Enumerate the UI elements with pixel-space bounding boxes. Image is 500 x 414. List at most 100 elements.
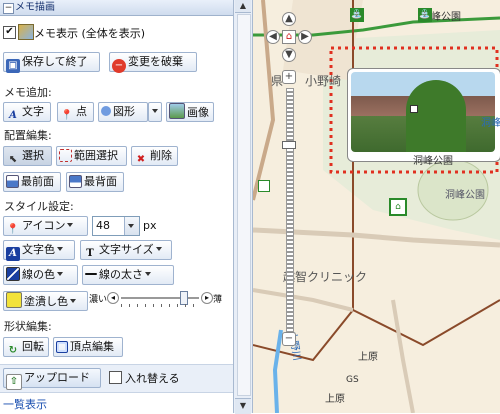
park-poi-icon[interactable]: ⛲ [418,8,432,22]
zoom-slider-track[interactable] [282,88,296,334]
map-label-water: 洞峰 [481,118,500,129]
memo-photo-popup[interactable] [347,68,500,162]
cursor-icon: ⬉ [8,154,18,165]
line-color-dropdown[interactable]: 線の色 [3,265,78,285]
scroll-down-button[interactable]: ▼ [235,398,251,414]
zoom-out-button[interactable]: − [282,332,296,346]
pan-south-button[interactable]: ▼ [282,48,296,62]
rotate-button[interactable]: ↻ 回転 [3,337,49,357]
upload-button[interactable]: ⇧ アップロード [3,368,101,390]
save-and-exit-button[interactable]: ▣ 保存して終了 [3,52,100,73]
text-color-label: 文字色 [22,243,55,256]
text-size-icon: T [86,248,94,259]
opacity-increase-icon[interactable]: ▸ [201,292,213,304]
map-label-clinic: 越智クリニック [283,270,368,284]
vertex-edit-button[interactable]: 頂点編集 [53,337,123,357]
pan-east-button[interactable]: ▶ [298,30,312,44]
vertex-label: 頂点編集 [70,340,114,353]
list-view-link[interactable]: 一覧表示 [3,396,47,412]
opacity-light-label: 薄 [213,295,223,305]
floppy-icon: ▣ [6,59,20,73]
style-heading: スタイル設定: [4,200,74,213]
map-label-park-photo: 洞峰公園 [413,156,453,167]
line-width-label: 線の太さ [99,268,143,281]
show-memo-row: ✔ メモ表示 (全体を表示) [0,24,233,42]
select-button[interactable]: ⬉ 選択 [3,146,52,166]
rotate-icon: ↻ [8,345,18,356]
line-color-label: 線の色 [22,268,55,281]
icon-style-dropdown[interactable]: 📍 アイコン [3,216,88,236]
rotate-label: 回転 [22,340,44,353]
marquee-icon [59,149,72,162]
add-point-button[interactable]: 📍 点 [57,102,94,122]
opacity-slider-thumb[interactable] [180,291,188,305]
add-image-button[interactable]: 画像 [166,102,214,122]
zoom-in-button[interactable]: + [282,70,296,84]
photo-tree [406,80,466,152]
chevron-down-icon [155,247,162,251]
add-image-label: 画像 [187,106,209,119]
show-memo-label: メモ表示 (全体を表示) [34,27,146,40]
shape-edit-heading: 形状編集: [4,320,52,333]
opacity-slider-track[interactable] [121,291,199,307]
show-memo-checkbox[interactable]: ✔ [3,26,16,39]
text-color-icon: A [6,247,20,261]
poi-marker-icon[interactable] [258,180,270,192]
map-view[interactable]: 洞峰公園 洞峰公園 洞峰公園 洞峰 県 小野崎 越智クリニック 上原 上原 GS… [253,0,500,413]
text-size-dropdown[interactable]: T 文字サイズ [80,240,172,260]
line-width-icon [85,273,97,275]
discard-changes-button[interactable]: − 変更を破棄 [109,52,197,73]
delete-x-icon: ✖ [136,154,146,165]
line-color-icon [6,267,20,281]
add-text-label: 文字 [22,105,44,118]
icon-style-label: アイコン [22,219,66,232]
park-photo [351,72,495,152]
size-spinner[interactable] [124,217,139,235]
range-select-button[interactable]: 範囲選択 [56,146,127,166]
add-shape-label: 図形 [113,105,135,118]
bring-to-front-button[interactable]: 最前面 [3,172,61,192]
icon-size-field[interactable]: 48 [92,216,140,236]
home-icon[interactable]: ⌂ [282,30,296,44]
zoom-slider-thumb[interactable] [282,141,296,149]
add-text-button[interactable]: A 文字 [3,102,51,122]
map-label-kamihara-1: 上原 [358,352,378,363]
memo-image-icon [18,24,34,40]
shape-dropdown-button[interactable] [148,102,162,122]
text-color-dropdown[interactable]: A 文字色 [3,240,75,261]
vertex-icon [56,341,68,353]
add-memo-heading: メモ追加: [4,86,52,99]
pin-icon: 📍 [6,224,20,235]
memo-panel: − メモ描画 ✔ メモ表示 (全体を表示) ▣ 保存して終了 − 変更を破棄 メモ追… [0,0,233,413]
fill-color-icon [6,292,22,308]
swap-checkbox[interactable] [109,371,122,384]
add-shape-button[interactable]: 図形 [98,102,148,122]
text-size-label: 文字サイズ [99,243,154,256]
line-width-dropdown[interactable]: 線の太さ [82,265,174,285]
facility-poi-icon[interactable]: ⌂ [389,198,407,216]
opacity-decrease-icon[interactable]: ◂ [107,292,119,304]
text-a-icon: A [9,110,17,121]
memo-anchor-handle[interactable] [410,105,418,113]
panel-scrollbar-thumb[interactable] [237,14,251,396]
fill-color-dropdown[interactable]: 塗潰し色 [3,291,88,311]
icon-size-value: 48 [96,219,110,232]
pan-north-button[interactable]: ▲ [282,12,296,26]
arrange-heading: 配置編集: [4,129,52,142]
scroll-up-button[interactable]: ▲ [235,0,251,13]
discard-label: 変更を破棄 [128,55,183,68]
range-select-label: 範囲選択 [74,149,118,162]
map-label-kamihara-2: 上原 [325,394,345,405]
collapse-toggle[interactable]: − [3,3,14,14]
size-unit: px [143,219,157,232]
add-point-label: 点 [76,105,87,118]
fill-color-label: 塗潰し色 [24,295,68,308]
park-poi-icon[interactable]: ⛲ [350,8,364,22]
send-to-back-button[interactable]: 最背面 [66,172,124,192]
cancel-icon: − [112,59,126,73]
delete-button[interactable]: ✖ 削除 [131,146,178,166]
swap-label: 入れ替える [125,372,180,385]
pan-west-button[interactable]: ◀ [266,30,280,44]
opacity-dark-label: 濃い [89,295,108,305]
chevron-down-icon [70,299,76,303]
